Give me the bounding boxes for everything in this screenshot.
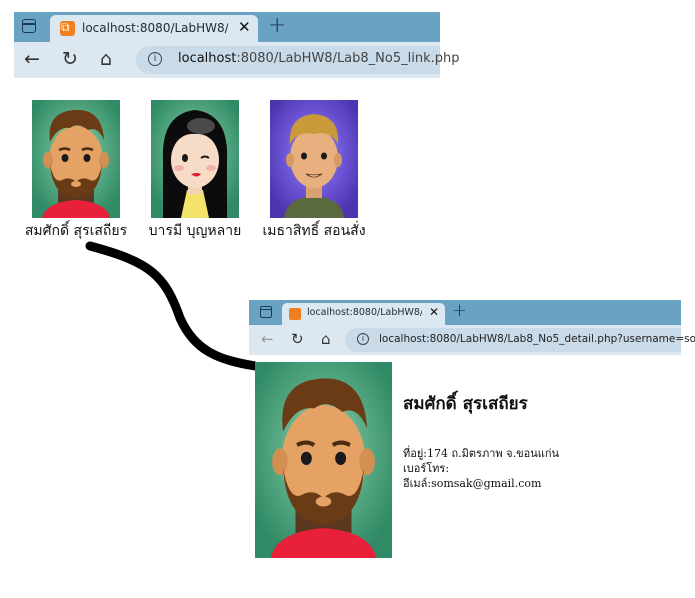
avatar-baramee[interactable]: [151, 100, 239, 218]
tab-strip: localhost:8080/LabHW8/Lab8_No5_link.php …: [14, 12, 440, 42]
detail-photo: [255, 362, 392, 558]
person-link-somsak[interactable]: สมศักดิ์ สุรเสถียร: [11, 100, 141, 242]
info-icon[interactable]: i: [357, 333, 369, 345]
url-host: localhost: [178, 51, 237, 66]
tab-title: localhost:8080/LabHW8/Lab8_No5_detail.ph…: [307, 307, 422, 318]
person-name[interactable]: บารมี บุญหลาย: [130, 220, 260, 242]
address-bar[interactable]: i localhost:8080/LabHW8/Lab8_No5_detail.…: [345, 328, 695, 352]
address-url[interactable]: localhost:8080/LabHW8/Lab8_No5_link.php: [178, 51, 460, 66]
xampp-favicon-icon: [289, 308, 301, 320]
tab-title: localhost:8080/LabHW8/Lab8_No5_link.php: [82, 21, 228, 35]
person-link-methasit[interactable]: เมธาสิทธิ์ สอนสั่ง: [249, 100, 379, 242]
browser-tab[interactable]: localhost:8080/LabHW8/Lab8_No5_link.php …: [50, 15, 258, 42]
back-icon[interactable]: ←: [24, 48, 40, 70]
new-tab-icon[interactable]: +: [268, 13, 286, 38]
avatar-somsak[interactable]: [32, 100, 120, 218]
browser-tab[interactable]: localhost:8080/LabHW8/Lab8_No5_detail.ph…: [282, 303, 445, 325]
new-tab-icon[interactable]: +: [452, 300, 467, 321]
person-name[interactable]: สมศักดิ์ สุรเสถียร: [11, 220, 141, 242]
xampp-favicon-icon: [60, 20, 75, 36]
address-url[interactable]: localhost:8080/LabHW8/Lab8_No5_detail.ph…: [379, 333, 695, 345]
refresh-icon[interactable]: ↻: [62, 48, 78, 70]
browser-window-detail: localhost:8080/LabHW8/Lab8_No5_detail.ph…: [249, 300, 695, 355]
close-tab-icon[interactable]: ✕: [238, 18, 251, 36]
detail-name: สมศักดิ์ สุรเสถียร: [403, 394, 528, 414]
info-icon[interactable]: i: [148, 52, 162, 66]
home-icon[interactable]: ⌂: [321, 330, 331, 348]
browser-toolbar: ← ↻ ⌂ i localhost:8080/LabHW8/Lab8_No5_l…: [14, 42, 460, 78]
browser-window-list: localhost:8080/LabHW8/Lab8_No5_link.php …: [14, 12, 460, 78]
person-name[interactable]: เมธาสิทธิ์ สอนสั่ง: [249, 220, 379, 242]
refresh-icon[interactable]: ↻: [291, 330, 304, 348]
avatar-methasit[interactable]: [270, 100, 358, 218]
window-menu-icon[interactable]: [260, 306, 272, 318]
url-path: :8080/LabHW8/Lab8_No5_link.php: [236, 51, 460, 66]
tab-strip: localhost:8080/LabHW8/Lab8_No5_detail.ph…: [249, 300, 681, 325]
back-icon[interactable]: ←: [261, 330, 274, 348]
address-bar[interactable]: i localhost:8080/LabHW8/Lab8_No5_link.ph…: [136, 46, 460, 74]
close-tab-icon[interactable]: ✕: [429, 305, 439, 319]
home-icon[interactable]: ⌂: [100, 48, 112, 70]
person-link-baramee[interactable]: บารมี บุญหลาย: [130, 100, 260, 242]
window-menu-icon[interactable]: [22, 19, 36, 33]
browser-toolbar: ← ↻ ⌂ i localhost:8080/LabHW8/Lab8_No5_d…: [249, 325, 695, 355]
detail-email: อีเมล์:somsak@gmail.com: [403, 477, 542, 490]
